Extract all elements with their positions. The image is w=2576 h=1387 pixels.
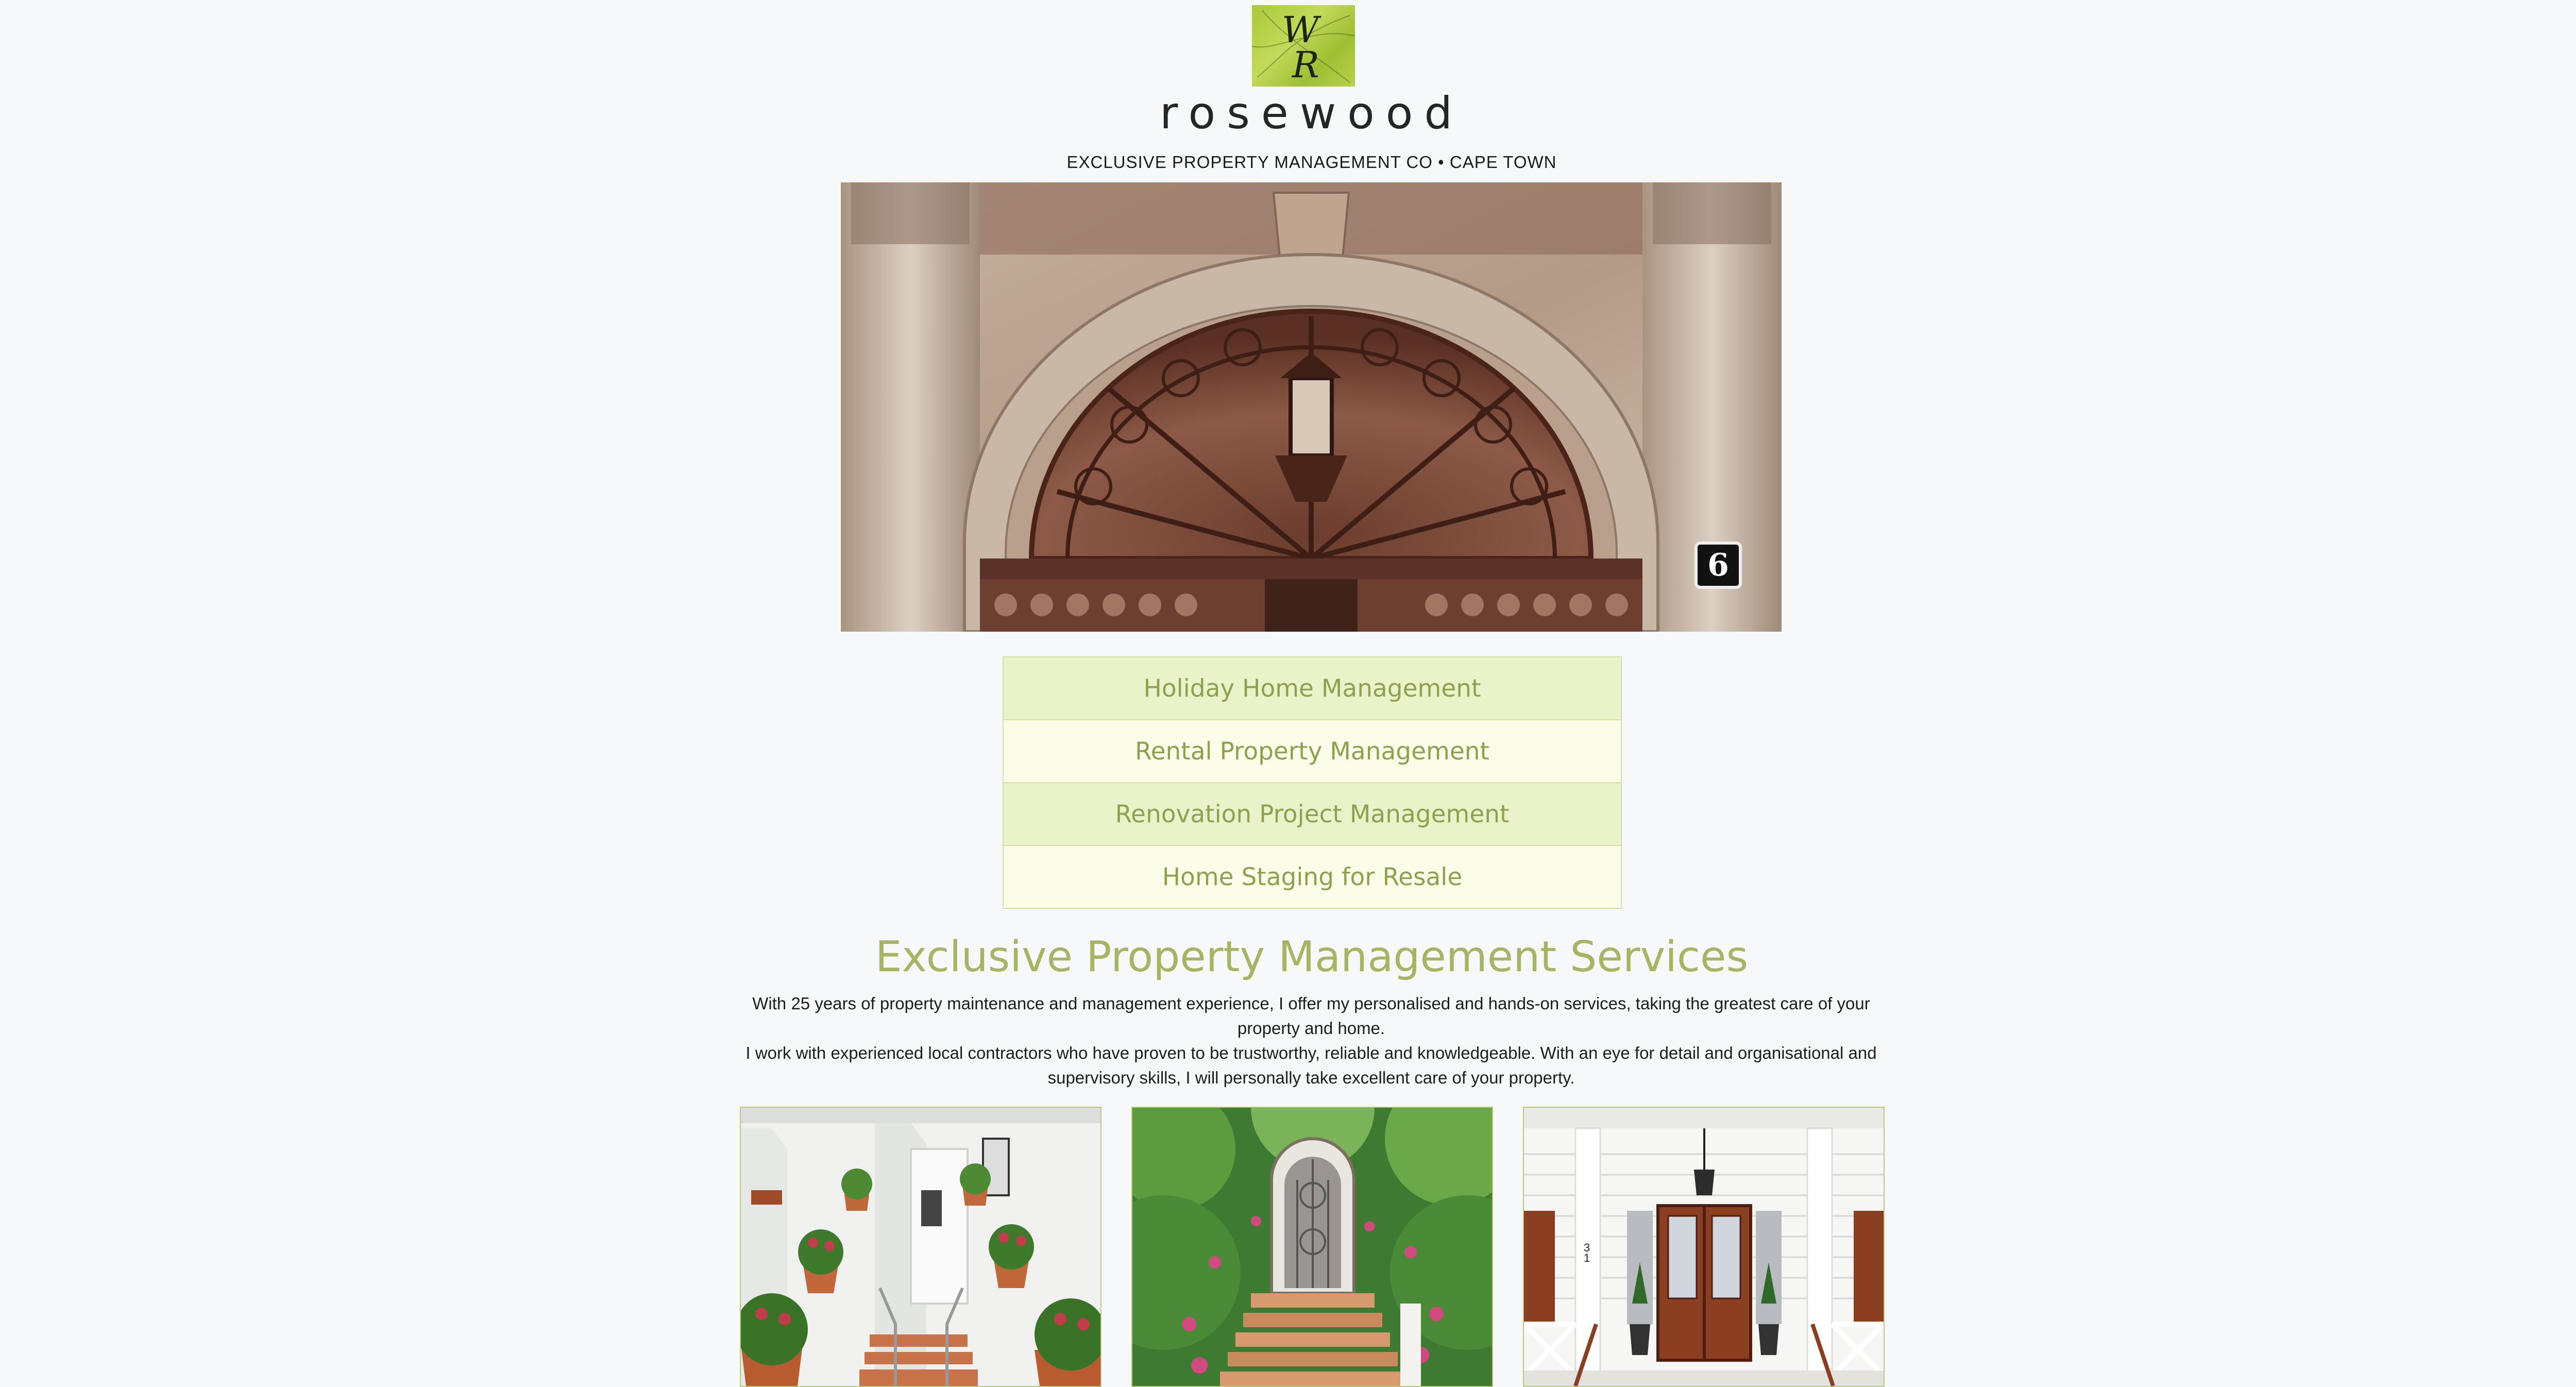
gallery-card-garden-gate-stairs[interactable] — [1131, 1107, 1493, 1387]
gallery-card-white-porch-door[interactable]: 31 — [1523, 1107, 1885, 1387]
tagline: EXCLUSIVE PROPERTY MANAGEMENT CO • CAPE … — [1066, 153, 1557, 172]
intro-paragraph: With 25 years of property maintenance an… — [752, 994, 1870, 1038]
service-holiday-home-management[interactable]: Holiday Home Management — [1004, 657, 1621, 720]
brand-name: rosewood — [1160, 88, 1464, 139]
gallery-card-white-house-stairs[interactable] — [740, 1107, 1101, 1387]
service-home-staging-for-resale[interactable]: Home Staging for Resale — [1004, 846, 1621, 909]
hero-image-archway: 6 — [841, 182, 1782, 632]
contractors-paragraph: I work with experienced local contractor… — [745, 1043, 1877, 1087]
service-rental-property-management[interactable]: Rental Property Management — [1004, 720, 1621, 783]
house-number-sign: 31 — [1584, 1241, 1590, 1264]
section-heading: Exclusive Property Management Services — [875, 933, 1749, 982]
wr-monogram-logo[interactable]: W R — [1252, 5, 1355, 87]
service-renovation-project-management[interactable]: Renovation Project Management — [1004, 783, 1621, 846]
svg-text:R: R — [1291, 44, 1319, 86]
services-menu: Holiday Home Management Rental Property … — [1003, 656, 1622, 909]
house-number-plate: 6 — [1707, 547, 1729, 583]
